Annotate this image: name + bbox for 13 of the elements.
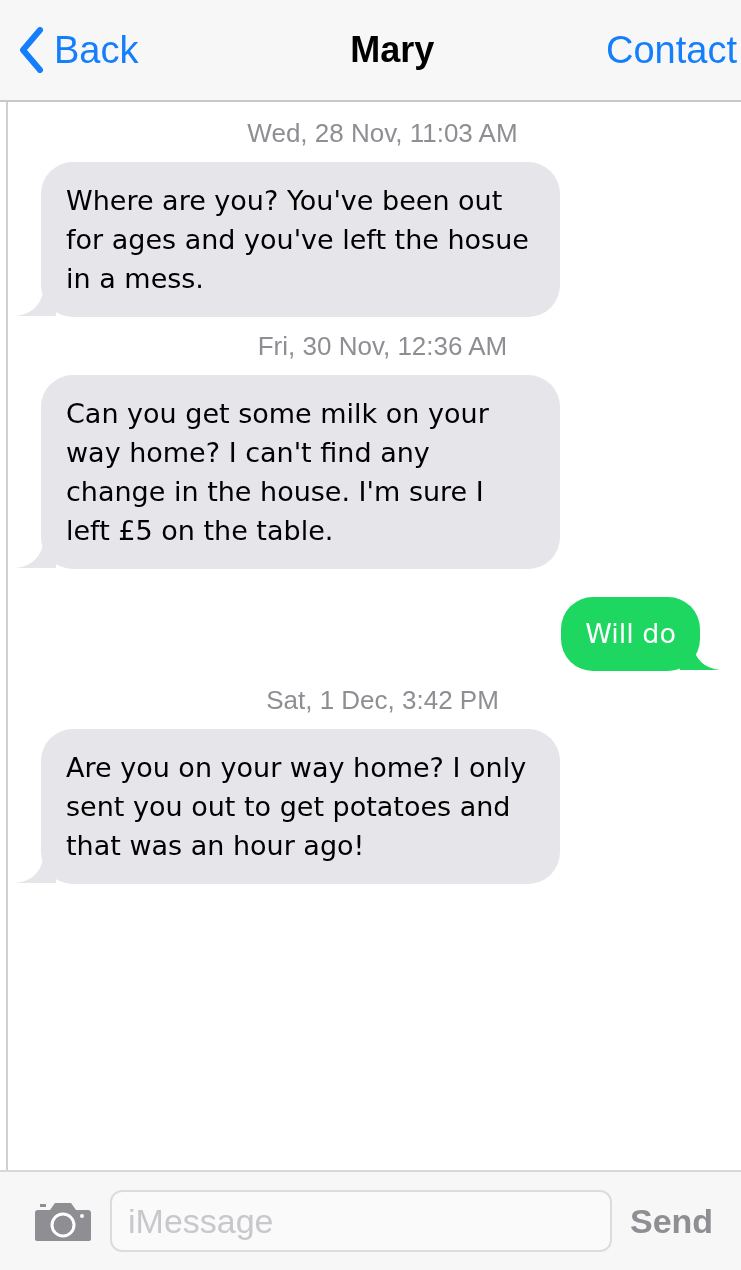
camera-icon[interactable] <box>34 1200 92 1242</box>
chevron-left-icon <box>18 27 44 73</box>
message-bubble: Will do <box>561 597 700 671</box>
message-bubble: Are you on your way home? I only sent you out to get potatoes and that was an hour ago! <box>41 729 560 884</box>
message-bubble: Where are you? You've been out for ages and you've left the hosue in a mess. <box>41 162 560 317</box>
message-bubble: Can you get some milk on your way home? I can't find any change in the house. I'm sure I left £5 on the table. <box>41 375 560 569</box>
back-button[interactable]: Back <box>18 21 139 79</box>
timestamp: Sat, 1 Dec, 3:42 PM <box>266 685 499 715</box>
timestamp: Wed, 28 Nov, 11:03 AM <box>247 118 518 148</box>
window-title: Mary <box>350 28 435 72</box>
timestamp: Fri, 30 Nov, 12:36 AM <box>257 331 508 361</box>
send-button[interactable]: Send <box>630 1195 714 1247</box>
contact-button[interactable]: Contact <box>606 21 737 79</box>
